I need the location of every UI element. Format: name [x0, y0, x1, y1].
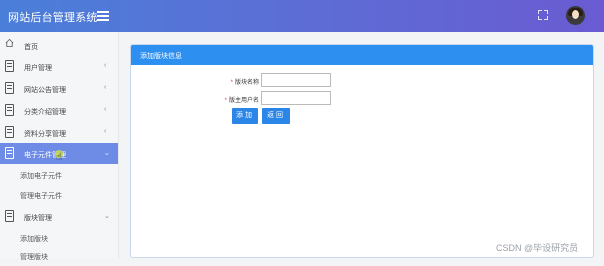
add-button[interactable]: 添加: [232, 108, 258, 124]
menu-toggle-icon[interactable]: [97, 11, 109, 21]
sidebar-subitem-add-component[interactable]: 添加电子元件: [0, 165, 118, 185]
user-avatar[interactable]: [566, 6, 585, 25]
building-icon: [5, 82, 14, 94]
back-button[interactable]: 返回: [262, 108, 290, 124]
sidebar-item-blocks[interactable]: 版块管理 ⌄: [0, 206, 118, 227]
sidebar-subitem-add-block[interactable]: 添加版块: [0, 228, 118, 248]
sidebar-item-resources[interactable]: 资料分享管理 ‹: [0, 122, 118, 143]
chevron-down-icon: ⌄: [104, 213, 110, 220]
chevron-left-icon: ‹: [104, 62, 107, 69]
sidebar-item-label: 网站公告管理: [24, 87, 66, 94]
chevron-left-icon: ‹: [104, 106, 107, 113]
required-mark: *: [230, 80, 233, 86]
sidebar-item-label: 分类介绍管理: [24, 109, 66, 116]
field-label-text: 版块名称: [234, 80, 259, 86]
panel-header: 添加版块信息: [131, 45, 593, 65]
sidebar-item-label: 版块管理: [24, 215, 52, 222]
chevron-left-icon: ‹: [104, 128, 107, 135]
block-name-label: * 版块名称: [199, 77, 259, 86]
sidebar-item-label: 用户管理: [24, 65, 52, 72]
building-icon: [5, 210, 14, 222]
panel-title: 添加版块信息: [140, 53, 182, 60]
chevron-left-icon: ‹: [104, 84, 107, 91]
sidebar-item-categories[interactable]: 分类介绍管理 ‹: [0, 100, 118, 121]
sidebar-item-home[interactable]: 首页: [0, 35, 118, 56]
form-panel: 添加版块信息 * 版块名称 * 版主用户名 添加 返回: [130, 44, 594, 258]
app-title: 网站后台管理系统: [8, 12, 98, 24]
sidebar-subitem-label: 添加电子元件: [20, 173, 62, 180]
building-icon: [5, 147, 14, 159]
sidebar-subitem-manage-blocks[interactable]: 管理版块: [0, 246, 118, 266]
chevron-down-icon: ⌄: [104, 150, 110, 157]
sidebar-subitem-manage-components[interactable]: 管理电子元件: [0, 185, 118, 205]
sidebar-item-label: 首页: [24, 44, 38, 51]
home-icon: [5, 38, 14, 48]
block-name-input[interactable]: [261, 73, 331, 87]
top-bar: 网站后台管理系统: [0, 0, 604, 32]
moderator-username-input[interactable]: [261, 91, 331, 105]
hand-cursor-icon: ☝: [56, 152, 63, 163]
moderator-username-label: * 版主用户名: [199, 95, 259, 104]
sidebar-subitem-label: 管理电子元件: [20, 193, 62, 200]
sidebar-item-users[interactable]: 用户管理 ‹: [0, 56, 118, 77]
required-mark: *: [224, 98, 227, 104]
sidebar-item-announcements[interactable]: 网站公告管理 ‹: [0, 78, 118, 99]
sidebar-subitem-label: 管理版块: [20, 254, 48, 261]
sidebar-item-label: 资料分享管理: [24, 131, 66, 138]
building-icon: [5, 126, 14, 138]
fullscreen-icon[interactable]: [538, 10, 548, 20]
sidebar-subitem-label: 添加版块: [20, 236, 48, 243]
field-label-text: 版主用户名: [228, 98, 259, 104]
watermark-text: CSDN @毕设研究员: [496, 243, 579, 253]
building-icon: [5, 104, 14, 116]
building-icon: [5, 60, 14, 72]
sidebar: 首页 用户管理 ‹ 网站公告管理 ‹ 分类介绍管理 ‹ 资料分享管理 ‹ 电子元…: [0, 32, 119, 261]
